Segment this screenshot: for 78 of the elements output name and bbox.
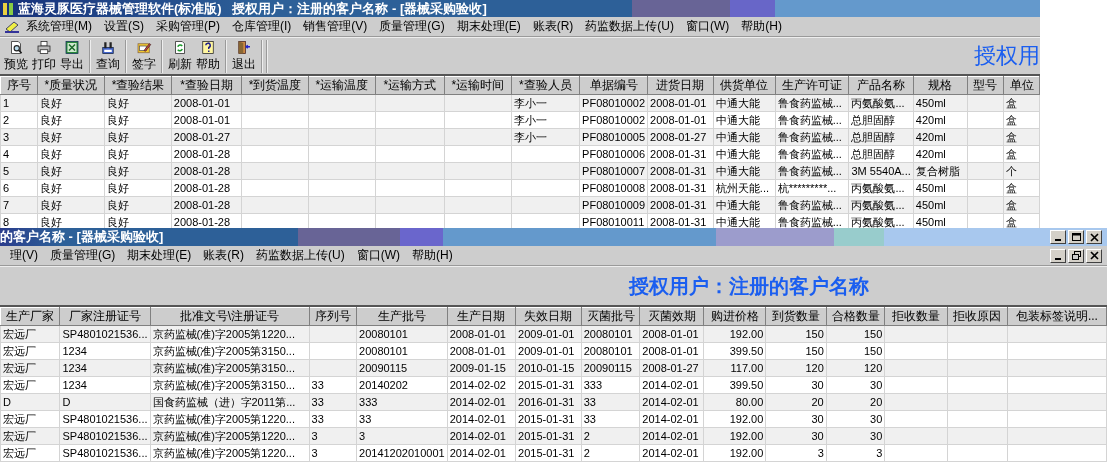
close-icon <box>1088 250 1100 261</box>
column-header[interactable]: 单位 <box>1003 76 1040 95</box>
column-header[interactable]: 型号 <box>967 76 1004 95</box>
menu-item[interactable]: 销售管理(V) <box>297 18 374 35</box>
window-title: 蓝海灵豚医疗器械管理软件(标准版) 授权用户：注册的客户名称 - [器械采购验收] <box>18 0 487 18</box>
column-header[interactable]: 生产许可证 <box>775 76 849 95</box>
menu-item[interactable]: 窗口(W) <box>350 247 406 264</box>
restore-button[interactable] <box>1068 248 1084 263</box>
column-header[interactable]: 生产日期 <box>447 307 516 326</box>
maximize-button[interactable] <box>1068 230 1084 244</box>
menu-item[interactable]: 质量管理(G) <box>44 247 122 264</box>
menu-item[interactable]: 帮助(H) <box>406 247 459 264</box>
minimize-button[interactable] <box>1050 248 1066 263</box>
menu-item[interactable]: 理(V) <box>4 247 44 264</box>
column-header[interactable]: *运输方式 <box>375 76 445 95</box>
menu-item[interactable]: 账表(R) <box>526 18 580 35</box>
pencil-icon <box>4 19 20 34</box>
menu-item[interactable]: 质量管理(G) <box>373 18 451 35</box>
column-header[interactable]: *运输温度 <box>308 76 376 95</box>
menu-item[interactable]: 药监数据上传(U) <box>250 247 351 264</box>
column-header[interactable]: 购进价格 <box>703 307 766 326</box>
toolbar-button[interactable]: 打印 <box>30 39 58 73</box>
column-header[interactable]: 进货日期 <box>647 76 714 95</box>
restore-icon <box>1070 250 1082 261</box>
column-header[interactable]: 失效日期 <box>515 307 582 326</box>
column-header[interactable]: *查验人员 <box>511 76 580 95</box>
minimize-icon <box>1055 239 1061 241</box>
app-icon <box>2 1 14 16</box>
column-header[interactable]: 灭菌批号 <box>581 307 640 326</box>
toolbar-button[interactable]: 预览 <box>2 39 30 73</box>
column-header[interactable]: 到货数量 <box>765 307 827 326</box>
toolbar-button[interactable]: 查询 <box>94 39 122 73</box>
column-header[interactable]: 供货单位 <box>713 76 776 95</box>
menu-item[interactable]: 设置(S) <box>98 18 150 35</box>
minimize-icon <box>1055 257 1061 260</box>
menu-item[interactable]: 期末处理(E) <box>450 18 527 35</box>
toolbar-button[interactable]: 刷新 <box>166 39 194 73</box>
close-button[interactable] <box>1086 230 1102 244</box>
column-header[interactable]: 批准文号\注册证号 <box>150 307 310 326</box>
toolbar-button[interactable]: 退出 <box>230 39 258 73</box>
toolbar-button[interactable]: 签字 <box>130 39 158 73</box>
column-header[interactable]: 拒收原因 <box>947 307 1008 326</box>
close-button[interactable] <box>1086 248 1102 263</box>
toolbar-button[interactable]: 帮助 <box>194 39 222 73</box>
banner-text: 授权用 <box>974 42 1040 70</box>
menu-item[interactable]: 期末处理(E) <box>121 247 198 264</box>
column-header[interactable]: *查验日期 <box>171 76 242 95</box>
menu-item[interactable]: 帮助(H) <box>735 18 788 35</box>
column-header[interactable]: *查验结果 <box>104 76 172 95</box>
column-header[interactable]: *运输时间 <box>444 76 512 95</box>
menu-item[interactable]: 系统管理(M) <box>20 18 98 35</box>
menu-item[interactable]: 采购管理(P) <box>150 18 226 35</box>
column-header[interactable]: 序号 <box>0 76 38 95</box>
column-header[interactable]: 包装标签说明... <box>1007 307 1107 326</box>
column-header[interactable]: 单据编号 <box>579 76 648 95</box>
column-header[interactable]: 生产批号 <box>356 307 448 326</box>
window-title: 的客户名称 - [器械采购验收] <box>0 228 164 246</box>
column-header[interactable]: 序列号 <box>309 307 357 326</box>
toolbar-button[interactable]: 导出 <box>58 39 86 73</box>
spreadsheet-icon <box>62 39 82 55</box>
column-header[interactable]: 合格数量 <box>826 307 885 326</box>
menu-item[interactable]: 窗口(W) <box>680 18 736 35</box>
minimize-button[interactable] <box>1050 230 1066 244</box>
menu-item[interactable]: 仓库管理(I) <box>226 18 298 35</box>
column-header[interactable]: 拒收数量 <box>884 307 947 326</box>
printer-icon <box>34 39 54 55</box>
column-header[interactable]: 生产厂家 <box>0 307 60 326</box>
column-header[interactable]: 产品名称 <box>848 76 914 95</box>
maximize-icon <box>1070 231 1082 243</box>
banner-text: 授权用户：注册的客户名称 <box>629 272 869 300</box>
column-header[interactable]: *质量状况 <box>37 76 105 95</box>
menu-item[interactable]: 账表(R) <box>197 247 250 264</box>
menu-item[interactable]: 药监数据上传(U) <box>579 18 680 35</box>
close-icon <box>1088 231 1100 243</box>
column-header[interactable]: 厂家注册证号 <box>59 307 150 326</box>
column-header[interactable]: 规格 <box>913 76 968 95</box>
column-header[interactable]: 灭菌效期 <box>639 307 704 326</box>
column-header[interactable]: *到货温度 <box>241 76 309 95</box>
